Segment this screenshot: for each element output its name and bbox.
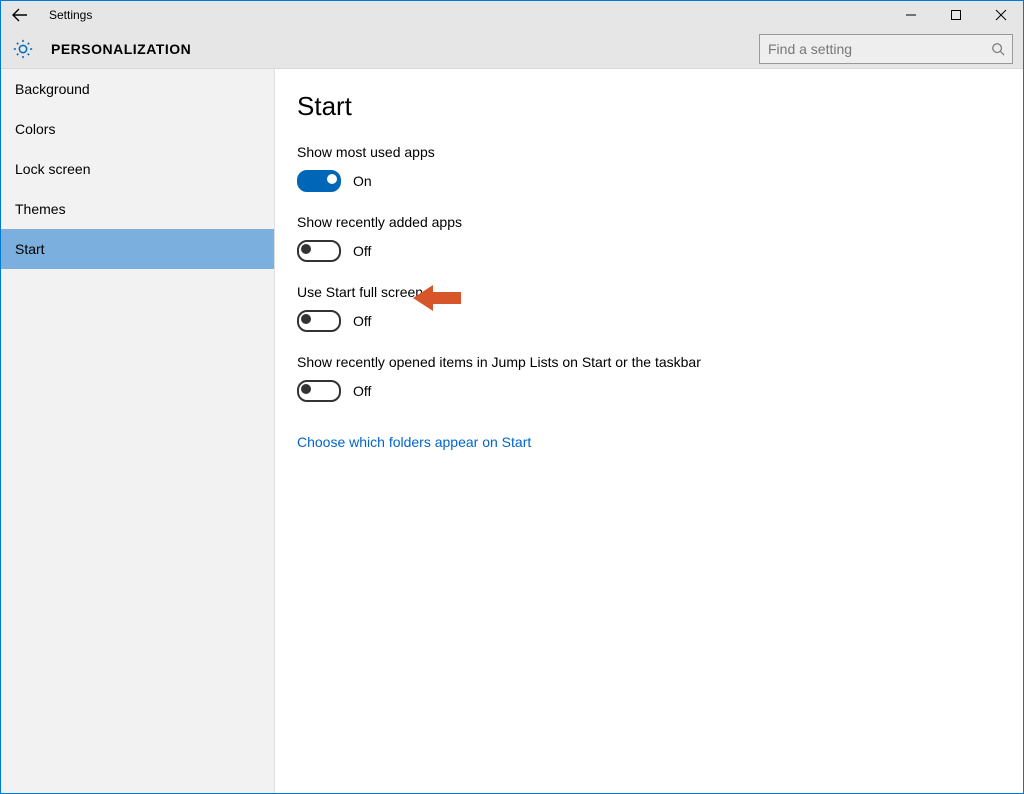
window-title: Settings: [49, 1, 92, 29]
sidebar: Background Colors Lock screen Themes Sta…: [1, 69, 275, 793]
close-icon: [995, 9, 1007, 21]
body: Background Colors Lock screen Themes Sta…: [1, 69, 1023, 793]
page-title: Start: [297, 91, 1003, 122]
minimize-icon: [905, 9, 917, 21]
sidebar-item-lock-screen[interactable]: Lock screen: [1, 149, 274, 189]
window-controls: [888, 1, 1023, 29]
content-pane: Start Show most used apps On Show recent…: [275, 69, 1023, 793]
search-box[interactable]: [759, 34, 1013, 64]
back-arrow-icon: [12, 7, 28, 23]
section-title: PERSONALIZATION: [51, 41, 191, 57]
header-strip: PERSONALIZATION: [1, 29, 1023, 69]
titlebar: Settings: [1, 1, 1023, 29]
toggle-show-jump-list[interactable]: [297, 380, 341, 402]
option-label: Show most used apps: [297, 144, 1003, 160]
search-icon: [984, 35, 1012, 63]
toggle-show-most-used[interactable]: [297, 170, 341, 192]
option-label: Show recently opened items in Jump Lists…: [297, 354, 1003, 370]
sidebar-item-label: Background: [15, 81, 90, 97]
choose-folders-link[interactable]: Choose which folders appear on Start: [297, 434, 531, 450]
gear-icon: [12, 38, 34, 60]
settings-home-button[interactable]: [9, 35, 37, 63]
settings-window: Settings: [0, 0, 1024, 794]
option-show-most-used: Show most used apps On: [297, 144, 1003, 192]
toggle-show-recently-added[interactable]: [297, 240, 341, 262]
maximize-icon: [950, 9, 962, 21]
sidebar-item-label: Colors: [15, 121, 55, 137]
option-label: Use Start full screen: [297, 284, 1003, 300]
search-input[interactable]: [760, 34, 984, 64]
option-show-recently-added: Show recently added apps Off: [297, 214, 1003, 262]
sidebar-item-label: Start: [15, 241, 45, 257]
minimize-button[interactable]: [888, 1, 933, 29]
back-button[interactable]: [1, 1, 39, 29]
option-use-start-full-screen: Use Start full screen Off: [297, 284, 1003, 332]
option-label: Show recently added apps: [297, 214, 1003, 230]
close-button[interactable]: [978, 1, 1023, 29]
maximize-button[interactable]: [933, 1, 978, 29]
sidebar-item-themes[interactable]: Themes: [1, 189, 274, 229]
sidebar-item-colors[interactable]: Colors: [1, 109, 274, 149]
toggle-state: Off: [353, 383, 371, 399]
toggle-state: Off: [353, 243, 371, 259]
toggle-use-start-full-screen[interactable]: [297, 310, 341, 332]
sidebar-item-label: Lock screen: [15, 161, 90, 177]
toggle-state: On: [353, 173, 372, 189]
sidebar-item-label: Themes: [15, 201, 66, 217]
toggle-state: Off: [353, 313, 371, 329]
sidebar-item-background[interactable]: Background: [1, 69, 274, 109]
option-show-jump-list: Show recently opened items in Jump Lists…: [297, 354, 1003, 402]
sidebar-item-start[interactable]: Start: [1, 229, 274, 269]
